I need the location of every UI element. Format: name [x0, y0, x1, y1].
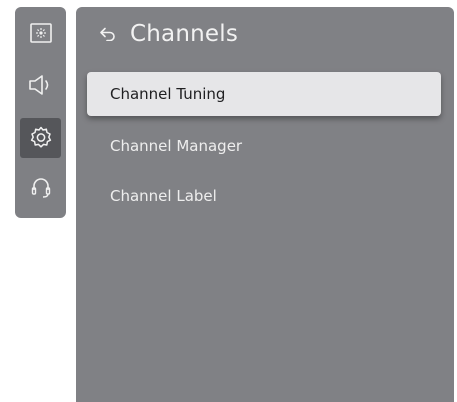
- gear-icon: [28, 125, 54, 151]
- support-headset-icon: [29, 175, 53, 201]
- panel-header: Channels: [99, 19, 238, 49]
- menu-item-channel-tuning[interactable]: Channel Tuning: [87, 72, 441, 116]
- menu-item-label: Channel Manager: [110, 137, 243, 155]
- page-title: Channels: [130, 21, 239, 47]
- rail-item-sound[interactable]: [20, 65, 61, 105]
- settings-category-rail: [15, 7, 66, 218]
- settings-screen: Channels Channel Tuning Channel Manager …: [0, 0, 457, 402]
- menu-item-channel-label[interactable]: Channel Label: [87, 174, 441, 218]
- rail-item-picture[interactable]: [20, 13, 61, 53]
- rail-item-general[interactable]: [20, 118, 61, 158]
- sound-icon: [27, 73, 55, 97]
- rail-item-support[interactable]: [20, 168, 61, 208]
- menu-item-label: Channel Tuning: [110, 85, 226, 103]
- menu-item-label: Channel Label: [110, 187, 217, 205]
- picture-settings-icon: [29, 22, 53, 44]
- channels-panel: Channels Channel Tuning Channel Manager …: [76, 7, 454, 402]
- back-arrow-icon[interactable]: [99, 23, 121, 45]
- menu-item-channel-manager[interactable]: Channel Manager: [87, 124, 441, 168]
